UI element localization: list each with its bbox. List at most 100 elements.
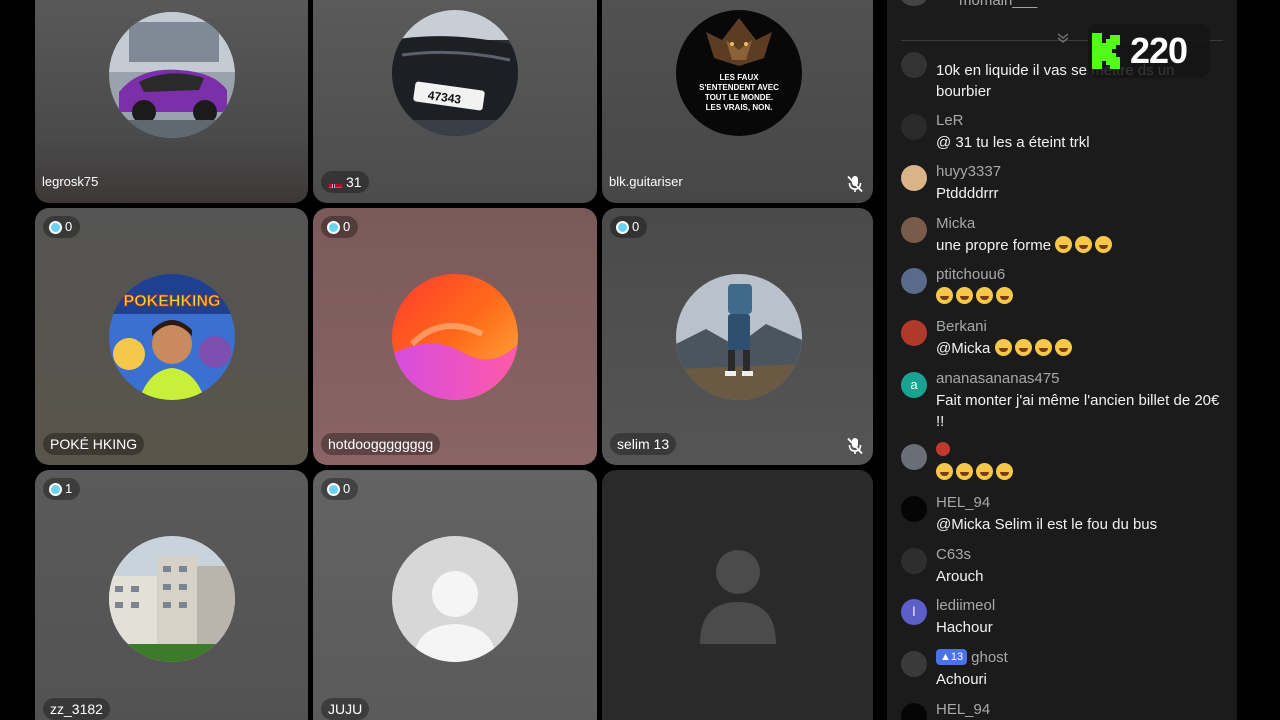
crying-emoji-icon xyxy=(1054,339,1072,356)
norway-flag-icon xyxy=(328,178,343,188)
participant-tile-blk-guitariser[interactable]: LES FAUX S'ENTENDENT AVEC TOUT LE MONDE.… xyxy=(602,0,873,203)
gem-badge: 0 xyxy=(610,216,648,238)
avatar-selim-13 xyxy=(676,274,802,400)
chat-username[interactable]: HEL_94 xyxy=(936,494,990,511)
crying-emoji-icon xyxy=(1095,236,1113,253)
participant-name: legrosk75 xyxy=(42,174,99,189)
chat-username[interactable]: HEL_94 xyxy=(936,701,990,718)
chat-username-row[interactable]: ▲13 ghost xyxy=(936,649,1008,666)
chat-avatar xyxy=(901,165,927,191)
chat-avatar xyxy=(901,52,927,78)
gem-badge: 0 xyxy=(321,216,359,238)
participant-tile-legrosk75[interactable]: legrosk75 xyxy=(35,0,308,203)
level-number: 13 xyxy=(950,651,964,663)
avatar-text-line: LES VRAIS, NON. xyxy=(706,103,773,112)
chat-avatar xyxy=(901,444,927,470)
chat-username[interactable]: ptitchouu6 xyxy=(936,266,1005,283)
chat-avatar: a xyxy=(901,372,927,398)
gem-count: 0 xyxy=(343,219,351,234)
laughing-emoji-icon xyxy=(976,463,993,480)
participant-tile-zz-3182[interactable]: 1 zz_3182 xyxy=(35,470,308,720)
avatar-text-line: LES FAUX xyxy=(719,73,759,82)
gem-badge: 0 xyxy=(43,216,81,238)
gem-badge: 0 xyxy=(321,478,359,500)
crying-emoji-icon xyxy=(994,339,1012,356)
participant-name: zz_3182 xyxy=(43,698,110,720)
chat-message-text xyxy=(936,462,1226,483)
gem-icon xyxy=(49,220,62,234)
avatar-hotdoogggggggg xyxy=(392,274,518,400)
gem-icon xyxy=(327,482,340,496)
laughing-emoji-icon xyxy=(936,463,953,480)
chat-avatar xyxy=(901,268,927,294)
laughing-emoji-icon xyxy=(976,287,993,304)
participant-tile-hotdoogggggggg[interactable]: 0 hotdoogggggggg xyxy=(313,208,597,465)
chat-avatar xyxy=(901,496,927,522)
chat-username[interactable]: ananasananas475 xyxy=(936,370,1059,387)
chat-username[interactable]: Micka xyxy=(936,215,975,232)
chat-message-text: Ptddddrrr xyxy=(936,185,999,202)
chat-avatar xyxy=(901,703,927,720)
chevron-down-icon[interactable] xyxy=(1057,33,1069,43)
chat-message-text: @Micka Selim il est le fou du bus xyxy=(936,516,1158,533)
viewer-count-badge: 220 xyxy=(1088,24,1210,78)
participant-name: hotdoogggggggg xyxy=(321,433,441,455)
chat-text: @Micka xyxy=(936,340,991,357)
chat-username[interactable]: Berkani xyxy=(936,318,987,335)
chat-username[interactable]: lediimeol xyxy=(936,597,995,614)
level-badge: ▲13 xyxy=(936,649,968,665)
chat-username[interactable] xyxy=(936,442,950,460)
chat-username[interactable]: huyy3337 xyxy=(936,163,1001,180)
chat-avatar xyxy=(901,217,927,243)
chat-avatar: l xyxy=(901,599,927,625)
chat-username[interactable]: C63s xyxy=(936,546,971,563)
chat-avatar xyxy=(901,548,927,574)
crying-emoji-icon xyxy=(1075,236,1093,253)
gem-icon xyxy=(327,220,340,234)
chat-message-text: Hachour xyxy=(936,619,993,636)
chat-message-text: @ 31 tu les a éteint trkl xyxy=(936,132,1226,153)
crying-emoji-icon xyxy=(1034,339,1052,356)
participant-tile-poke-hking[interactable]: 0 POKEHKING POKÉ HKING xyxy=(35,208,308,465)
participant-name: JUJU xyxy=(321,698,370,720)
chat-message-text: Fait monter j'ai même l'ancien billet de… xyxy=(936,392,1220,430)
laughing-emoji-icon xyxy=(956,287,973,304)
laughing-emoji-icon xyxy=(1055,236,1073,253)
gem-badge: 1 xyxy=(43,478,81,500)
chat-message-text: Achouri xyxy=(936,671,987,688)
devil-emoji-icon xyxy=(936,442,950,456)
empty-seat-icon xyxy=(700,550,776,644)
avatar-logo-text: POKEHKING xyxy=(124,293,221,310)
gem-count: 0 xyxy=(65,219,73,234)
laughing-emoji-icon xyxy=(996,463,1013,480)
chat-text: @ 31 tu les a éteint trkl xyxy=(936,134,1090,151)
crying-emoji-icon xyxy=(1014,339,1032,356)
participant-name-tag: 31 xyxy=(321,171,369,193)
participant-tile-31[interactable]: 47343 31 xyxy=(313,0,597,203)
chat-message-text: une propre forme xyxy=(936,235,1226,256)
chat-message-text: Arouch xyxy=(936,568,984,585)
gem-count: 0 xyxy=(343,481,351,496)
gem-icon xyxy=(616,220,629,234)
avatar-default xyxy=(392,536,518,662)
kick-logo-icon xyxy=(1092,33,1120,69)
empty-seat-tile[interactable] xyxy=(602,470,873,720)
participant-tile-selim-13[interactable]: 0 selim 13 xyxy=(602,208,873,465)
avatar-poke-hking: POKEHKING xyxy=(109,274,235,400)
participant-name: 31 xyxy=(346,174,362,190)
laughing-emoji-icon xyxy=(956,463,973,480)
participant-grid: legrosk75 47343 31 LES FAUX S'ENTENDENT … xyxy=(0,0,880,720)
chat-text: une propre forme xyxy=(936,237,1052,254)
chat-panel: momain___ 10k en liquide il vas se mettr… xyxy=(887,0,1237,720)
chat-avatar xyxy=(901,320,927,346)
avatar-31: 47343 xyxy=(392,10,518,136)
avatar-blk-guitariser: LES FAUX S'ENTENDENT AVEC TOUT LE MONDE.… xyxy=(676,10,802,136)
chat-username[interactable]: LeR xyxy=(936,112,964,129)
participant-name: selim 13 xyxy=(610,433,677,455)
participant-name: blk.guitariser xyxy=(609,174,683,189)
chat-username: momain___ xyxy=(959,0,1038,9)
participant-tile-juju[interactable]: 0 JUJU xyxy=(313,470,597,720)
avatar-legrosk75 xyxy=(109,12,235,138)
avatar-text-line: TOUT LE MONDE. xyxy=(705,93,773,102)
gem-count: 0 xyxy=(632,219,640,234)
